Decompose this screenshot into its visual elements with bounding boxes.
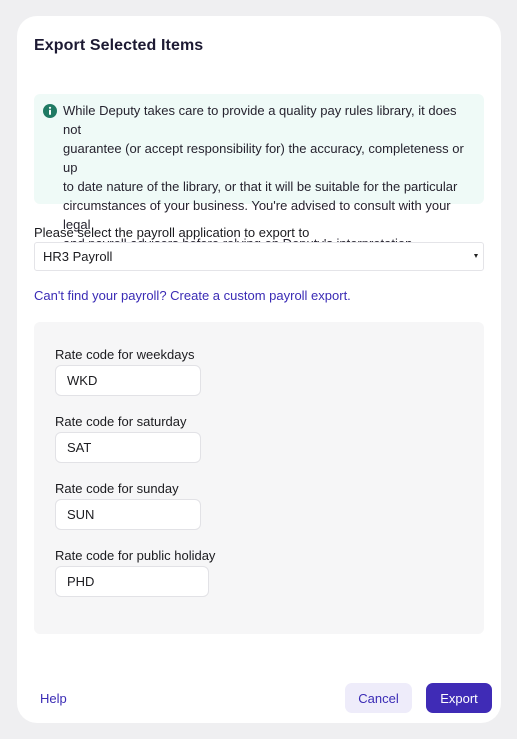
rate-weekdays-label: Rate code for weekdays	[55, 347, 195, 362]
payroll-select[interactable]: HR3 Payroll	[34, 242, 484, 271]
rate-sunday-input[interactable]: SUN	[55, 499, 201, 530]
caret-down-icon	[474, 254, 478, 258]
rate-weekdays-value: WKD	[67, 373, 98, 388]
dialog-title: Export Selected Items	[34, 37, 204, 54]
rate-weekdays-group: Rate code for weekdays WKD	[55, 347, 201, 396]
rate-saturday-group: Rate code for saturday SAT	[55, 414, 201, 463]
rate-public-holiday-value: PHD	[67, 574, 95, 589]
info-icon	[43, 104, 57, 118]
help-link[interactable]: Help	[40, 691, 67, 706]
rate-public-holiday-input[interactable]: PHD	[55, 566, 209, 597]
cancel-button[interactable]: Cancel	[345, 683, 412, 713]
rate-weekdays-input[interactable]: WKD	[55, 365, 201, 396]
rate-public-holiday-group: Rate code for public holiday PHD	[55, 548, 215, 597]
rate-sunday-group: Rate code for sunday SUN	[55, 481, 201, 530]
rate-public-holiday-label: Rate code for public holiday	[55, 548, 216, 563]
disclaimer-box: While Deputy takes care to provide a qua…	[34, 94, 484, 251]
payroll-select-value: HR3 Payroll	[43, 249, 113, 264]
payroll-select-label: Please select the payroll application to…	[34, 225, 310, 240]
export-dialog: Export Selected Items While Deputy takes…	[17, 16, 501, 723]
rate-saturday-value: SAT	[67, 440, 92, 455]
rate-codes-panel: Rate code for weekdays WKD Rate code for…	[34, 322, 484, 634]
rate-sunday-value: SUN	[67, 507, 95, 522]
rate-saturday-label: Rate code for saturday	[55, 414, 187, 429]
custom-payroll-link[interactable]: Can't find your payroll? Create a custom…	[34, 288, 351, 303]
rate-saturday-input[interactable]: SAT	[55, 432, 201, 463]
export-button[interactable]: Export	[426, 683, 492, 713]
rate-sunday-label: Rate code for sunday	[55, 481, 179, 496]
